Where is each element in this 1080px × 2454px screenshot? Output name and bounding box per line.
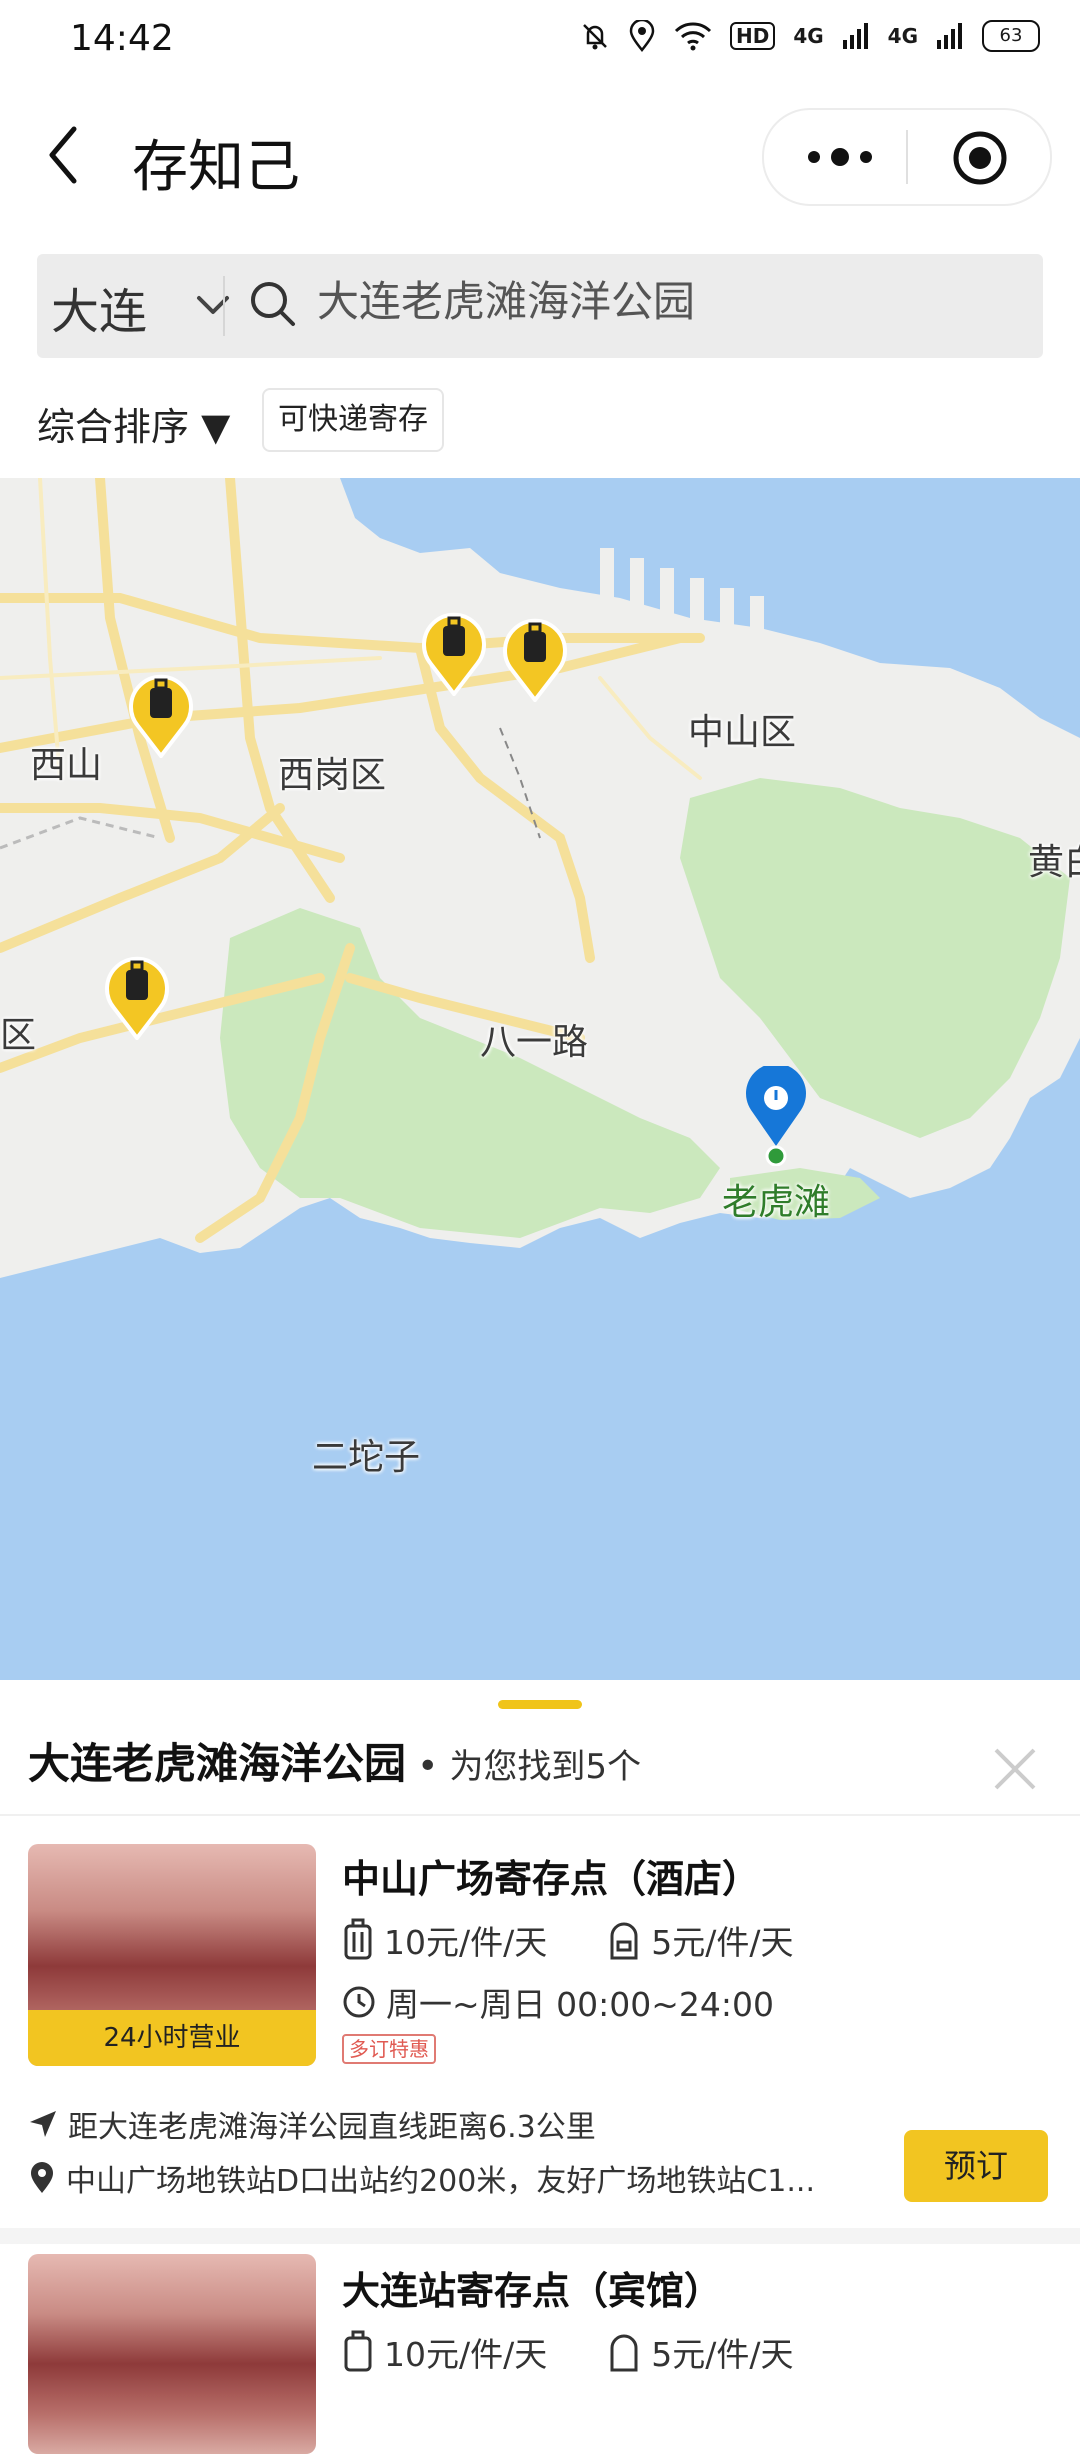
results-count: 为您找到5个 <box>449 1747 642 1787</box>
results-sheet: 大连老虎滩海洋公园 • 为您找到5个 24小时营业 中山广场寄存点（酒店） 10… <box>0 1680 1080 2454</box>
clock-icon <box>343 1986 375 2018</box>
signal-bars-icon <box>842 23 868 49</box>
page-title: 存知己 <box>132 135 300 200</box>
filter-bar: 综合排序 ▼ 可快递寄存 <box>0 380 1080 470</box>
book-button[interactable]: 预订 <box>904 2130 1048 2202</box>
destination-name: 大连老虎滩海洋公园 <box>28 1739 407 1788</box>
search-icon <box>251 282 295 326</box>
map-label-xishan: 西山 <box>30 745 103 786</box>
wifi-icon <box>674 22 712 51</box>
express-storage-chip[interactable]: 可快递寄存 <box>262 388 444 452</box>
hours-row: 周一~周日 00:00~24:00 <box>342 1978 774 2026</box>
chevron-left-icon[interactable] <box>40 115 90 195</box>
status-icons: HD 4G 4G 63 <box>580 20 1040 52</box>
luggage-marker-icon[interactable] <box>126 668 196 758</box>
signal-4g-2: 4G <box>887 24 918 48</box>
card-divider <box>0 2228 1080 2244</box>
target-icon[interactable] <box>952 130 1008 186</box>
chevron-down-icon[interactable] <box>193 288 233 324</box>
address-text: 中山广场地铁站D口出站约200米，友好广场地铁站C1... <box>66 2164 816 2199</box>
address-row: 中山广场地铁站D口出站约200米，友好广场地铁站C1... <box>28 2156 886 2200</box>
large-price: 10元/件/天 <box>384 1923 548 1962</box>
store-thumbnail <box>28 2254 316 2454</box>
small-price: 5元/件/天 <box>651 1923 794 1962</box>
small-bag-icon <box>610 2334 638 2372</box>
map-label-ertuozi: 二坨子 <box>312 1437 421 1478</box>
luggage-marker-icon[interactable] <box>102 950 172 1040</box>
small-bag-icon <box>610 1922 638 1960</box>
status-bar: 14:42 HD 4G 4G 63 <box>0 0 1080 80</box>
status-time: 14:42 <box>70 18 174 59</box>
more-dots-icon[interactable] <box>800 132 880 182</box>
mute-bell-icon <box>583 24 607 50</box>
luggage-marker-icon[interactable] <box>500 612 570 702</box>
search-bar: 大连 <box>37 254 1043 358</box>
map-view[interactable]: 西山 西岗区 中山区 黄白 区 八一路 老虎滩 二坨子 <box>0 478 1080 1680</box>
signal-4g-1: 4G <box>793 24 824 48</box>
sort-dropdown[interactable]: 综合排序 ▼ <box>37 396 230 451</box>
opening-hours: 周一~周日 00:00~24:00 <box>386 1985 774 2024</box>
location-icon <box>629 20 655 52</box>
drag-handle[interactable] <box>498 1700 582 1709</box>
luggage-marker-icon[interactable] <box>419 606 489 696</box>
map-label-laohutan: 老虎滩 <box>722 1182 831 1223</box>
open-24h-label: 24小时营业 <box>28 2010 316 2066</box>
location-pin-icon <box>31 2162 53 2193</box>
map-label-district: 区 <box>0 1015 37 1056</box>
promo-badge: 多订特惠 <box>342 2034 436 2064</box>
map-label-zhongshan: 中山区 <box>688 712 797 753</box>
store-thumbnail: 24小时营业 <box>28 1844 316 2066</box>
small-price: 5元/件/天 <box>651 2335 794 2374</box>
navigation-arrow-icon <box>30 2111 56 2137</box>
battery-indicator: 63 <box>982 20 1040 52</box>
map-label-xigang: 西岗区 <box>278 755 387 796</box>
hd-indicator: HD <box>729 22 776 50</box>
store-card[interactable]: 大连站寄存点（宾馆） 10元/件/天 5元/件/天 <box>0 2254 1080 2454</box>
price-row: 10元/件/天 5元/件/天 <box>342 2328 793 2376</box>
large-price: 10元/件/天 <box>384 2335 548 2374</box>
signal-bars-icon <box>937 23 962 49</box>
map-label-bayilu: 八一路 <box>480 1022 589 1063</box>
large-luggage-icon <box>344 1918 372 1960</box>
destination-pin-icon[interactable] <box>741 1066 811 1166</box>
search-divider <box>223 276 225 336</box>
price-row: 10元/件/天 5元/件/天 <box>342 1916 793 1964</box>
city-selector[interactable]: 大连 <box>51 272 147 342</box>
store-name: 大连站寄存点（宾馆） <box>342 2269 723 2313</box>
close-icon[interactable] <box>990 1744 1040 1794</box>
distance-row: 距大连老虎滩海洋公园直线距离6.3公里 <box>28 2102 596 2146</box>
store-card[interactable]: 24小时营业 中山广场寄存点（酒店） 10元/件/天 5元/件/天 周一~周日 … <box>0 1844 1080 2248</box>
large-luggage-icon <box>344 2330 372 2372</box>
title-bar: 存知己 <box>0 80 1080 230</box>
header-separator: • <box>417 1746 439 1787</box>
search-input[interactable] <box>317 274 1017 323</box>
capsule-divider <box>906 130 908 184</box>
distance-text: 距大连老虎滩海洋公园直线距离6.3公里 <box>68 2110 596 2145</box>
mini-program-capsule <box>762 108 1052 206</box>
map-label-huangbai: 黄白 <box>1028 842 1080 883</box>
header-divider <box>0 1814 1080 1816</box>
store-name: 中山广场寄存点（酒店） <box>342 1857 761 1901</box>
